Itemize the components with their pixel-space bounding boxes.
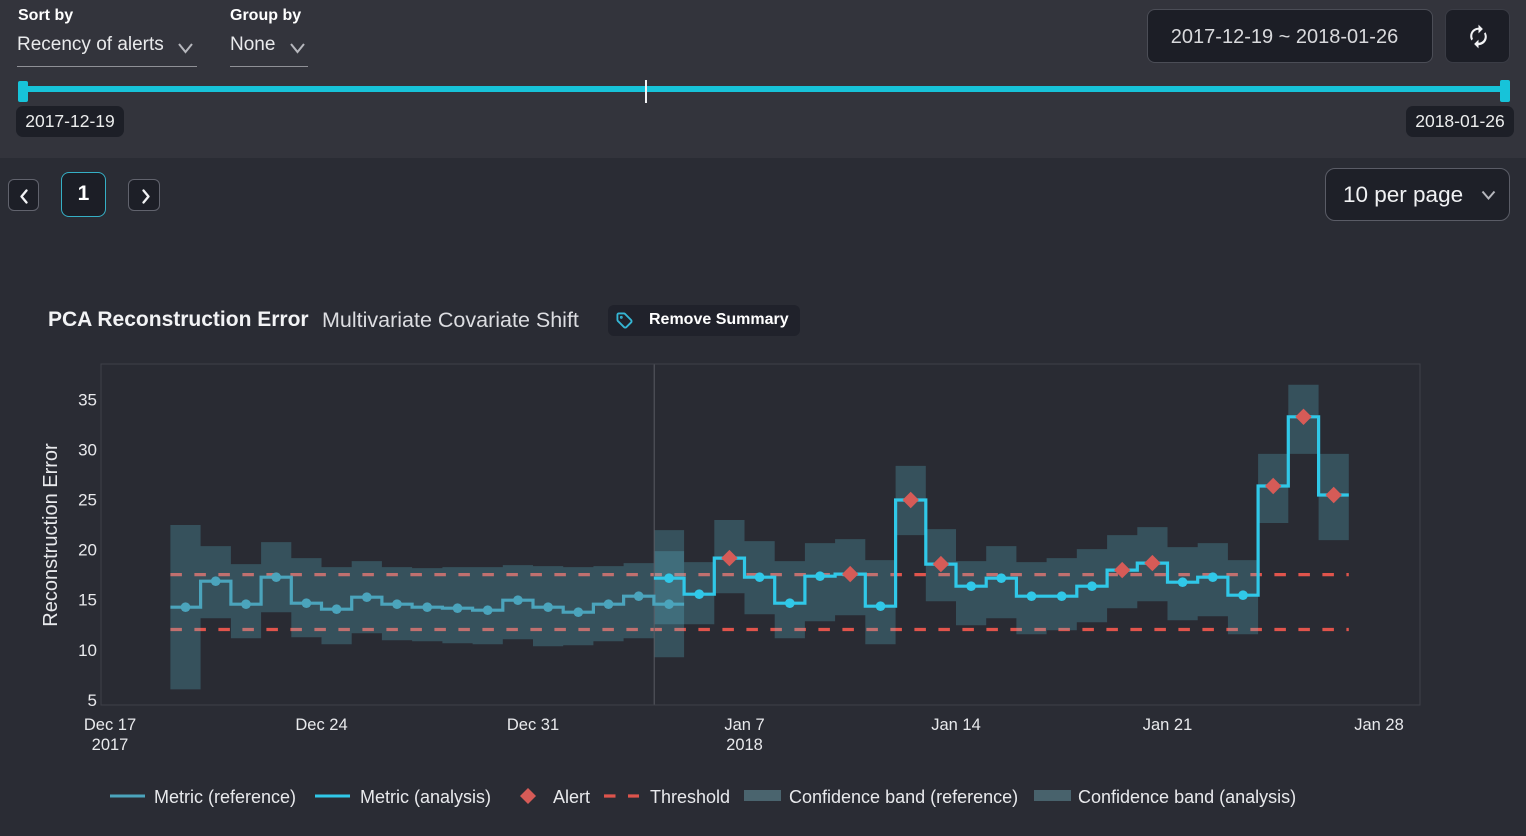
svg-text:Alert: Alert [553, 787, 590, 807]
svg-text:Jan 21: Jan 21 [1143, 716, 1193, 734]
svg-text:2017: 2017 [92, 736, 129, 754]
svg-text:Jan 7: Jan 7 [724, 716, 764, 734]
svg-text:Confidence band (analysis): Confidence band (analysis) [1078, 787, 1296, 807]
svg-text:Dec 24: Dec 24 [295, 716, 347, 734]
svg-text:Jan 28: Jan 28 [1354, 716, 1404, 734]
svg-text:Reconstruction Error: Reconstruction Error [40, 443, 62, 627]
svg-text:5: 5 [88, 691, 97, 710]
svg-text:Dec 31: Dec 31 [507, 716, 559, 734]
svg-text:Confidence band (reference): Confidence band (reference) [789, 787, 1018, 807]
svg-text:10: 10 [78, 641, 97, 660]
svg-text:Jan 14: Jan 14 [931, 716, 981, 734]
svg-text:2018: 2018 [726, 736, 763, 754]
svg-text:Metric (analysis): Metric (analysis) [360, 787, 491, 807]
svg-text:20: 20 [78, 541, 97, 560]
svg-text:25: 25 [78, 491, 97, 510]
svg-text:30: 30 [78, 440, 97, 459]
svg-text:Metric (reference): Metric (reference) [154, 787, 296, 807]
svg-text:Threshold: Threshold [650, 787, 730, 807]
svg-text:15: 15 [78, 591, 97, 610]
svg-text:35: 35 [78, 390, 97, 409]
svg-text:Dec 17: Dec 17 [84, 716, 136, 734]
